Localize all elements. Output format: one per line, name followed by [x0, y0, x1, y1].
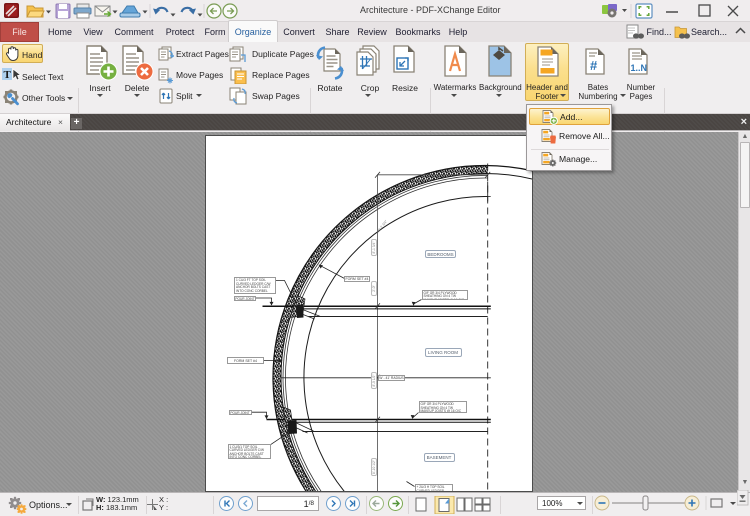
svg-text:T: T: [4, 69, 12, 81]
svg-text:#: #: [590, 58, 598, 73]
svg-text:1..N: 1..N: [631, 63, 648, 73]
